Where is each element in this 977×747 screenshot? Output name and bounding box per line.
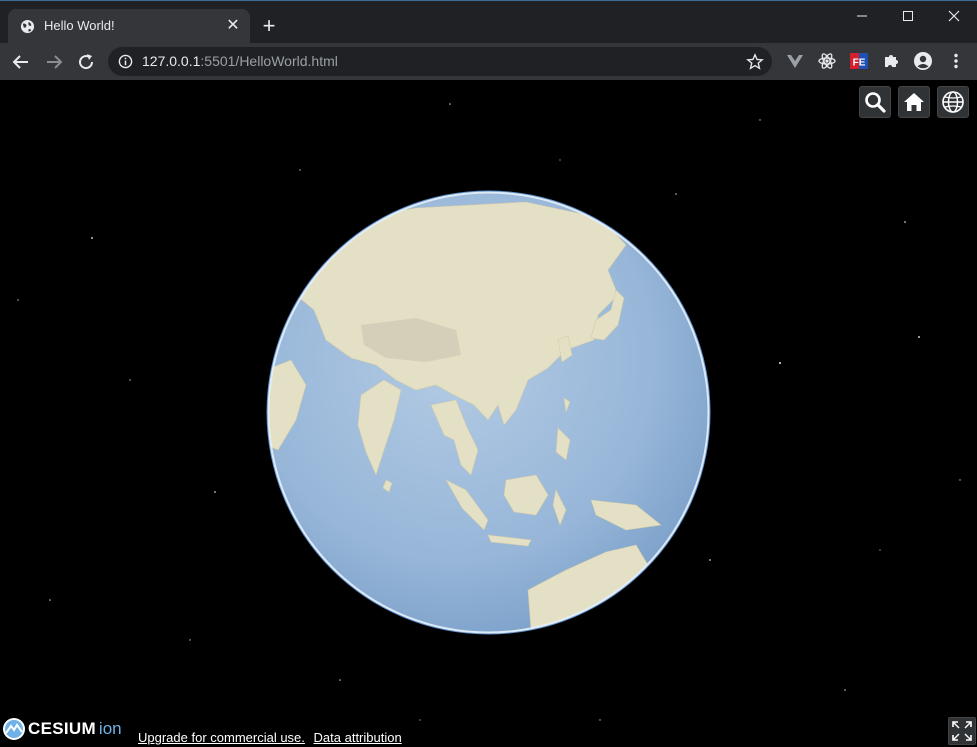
maximize-icon[interactable] — [897, 5, 919, 27]
logo-word: CESIUM — [28, 719, 96, 738]
reload-icon[interactable] — [75, 51, 97, 73]
earth-globe[interactable] — [266, 190, 711, 635]
profile-icon[interactable] — [913, 51, 933, 71]
credit-links: Upgrade for commercial use. Data attribu… — [138, 730, 407, 745]
fe-helper-icon[interactable]: FE — [849, 51, 869, 71]
home-icon — [904, 93, 924, 111]
back-icon[interactable] — [10, 51, 32, 73]
close-window-icon[interactable] — [943, 5, 965, 27]
home-view-button[interactable] — [898, 86, 930, 118]
tab-title: Hello World! — [44, 18, 115, 33]
cesium-viewer[interactable]: CESIUM ion Upgrade for commercial use. D… — [0, 80, 977, 747]
url-text[interactable]: 127.0.0.1:5501/HelloWorld.html — [142, 53, 338, 69]
forward-icon[interactable] — [43, 51, 65, 73]
address-bar[interactable]: 127.0.0.1:5501/HelloWorld.html — [108, 47, 772, 76]
data-attribution-link[interactable]: Data attribution — [314, 730, 402, 745]
tab-strip: Hello World! ✕ + — [0, 0, 977, 44]
fullscreen-icon — [952, 721, 972, 741]
minimize-icon[interactable] — [851, 5, 873, 27]
url-path: :5501/HelloWorld.html — [200, 53, 338, 69]
geocoder-search-button[interactable] — [859, 86, 891, 118]
svg-text:FE: FE — [853, 58, 866, 69]
browser-toolbar: 127.0.0.1:5501/HelloWorld.html FE — [0, 43, 977, 80]
fullscreen-button[interactable] — [948, 717, 976, 745]
url-host: 127.0.0.1 — [142, 53, 201, 69]
globe-favicon-icon — [20, 19, 35, 34]
globe-icon — [942, 91, 964, 113]
menu-dots-icon[interactable] — [946, 51, 966, 71]
scene-mode-picker-button[interactable] — [937, 86, 969, 118]
react-devtools-icon[interactable] — [817, 51, 837, 71]
bookmark-star-icon[interactable] — [746, 53, 764, 71]
info-icon[interactable] — [118, 54, 133, 69]
extensions-puzzle-icon[interactable] — [881, 51, 901, 71]
upgrade-link[interactable]: Upgrade for commercial use. — [138, 730, 305, 745]
logo-suffix: ion — [98, 719, 122, 738]
browser-tab[interactable]: Hello World! ✕ — [8, 9, 250, 44]
new-tab-button[interactable]: + — [258, 15, 280, 37]
vue-devtools-icon[interactable] — [785, 51, 805, 71]
tab-close-icon[interactable]: ✕ — [224, 17, 242, 35]
search-icon — [865, 92, 886, 113]
cesium-logo-icon — [3, 718, 25, 740]
cesium-ion-logo[interactable]: CESIUM ion — [2, 716, 122, 742]
